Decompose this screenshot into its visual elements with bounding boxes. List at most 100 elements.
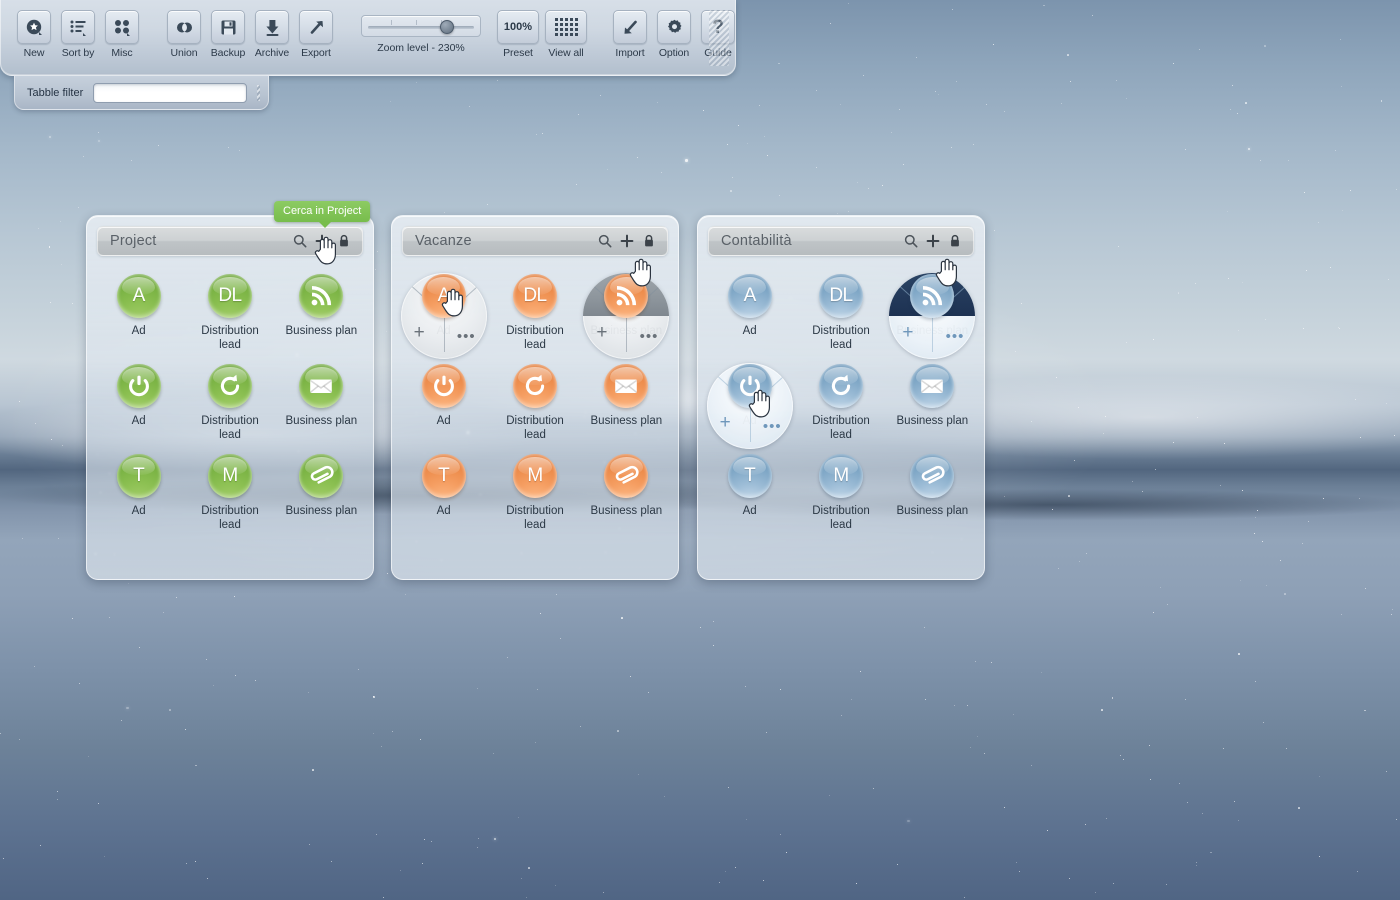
paperclip-icon[interactable] [299,454,344,498]
app-item-label: Distribution lead [506,505,564,531]
refresh-icon[interactable] [207,364,252,408]
app-item[interactable]: DL Distribution lead [184,274,275,352]
app-item[interactable]: Distribution lead [489,364,580,442]
app-item[interactable]: Business plan [276,274,367,352]
toolbar-button-archive[interactable]: Archive [251,10,293,59]
toolbar-button-new[interactable]: New [13,10,55,59]
lock-icon[interactable] [641,233,657,249]
letter-a-icon[interactable]: A [116,274,161,318]
paperclip-icon[interactable] [910,454,955,498]
toolbar-button-backup[interactable]: Backup [207,10,249,59]
app-item[interactable]: T Ad [704,454,795,532]
app-item-label: Ad [131,415,146,427]
app-item-label: Business plan [285,415,358,427]
zoom-control[interactable]: Zoom level - 230% [357,10,485,54]
toolbar-button-view-all[interactable]: View all [543,10,589,59]
paperclip-icon [616,465,639,484]
toolbar-resize-grip[interactable] [709,10,729,66]
envelope-icon[interactable] [299,364,344,408]
app-item[interactable]: Business plan [887,364,978,442]
search-icon[interactable] [292,233,308,249]
toolbar-button-option[interactable]: Option [653,10,695,59]
app-item[interactable]: A Ad [93,274,184,352]
refresh-icon[interactable] [818,364,863,408]
letter-a-icon[interactable]: A [727,274,772,318]
desktop: New Sort by Misc Union Backup Archive Ex… [0,0,1400,900]
app-item[interactable]: T Ad [398,454,489,532]
app-item-label: Ad [742,415,757,427]
app-item[interactable]: Business plan [276,364,367,442]
paperclip-icon[interactable] [604,454,649,498]
bubble-glyph: A [743,285,757,306]
letter-t-icon[interactable]: T [421,454,466,498]
zoom-slider[interactable] [361,15,481,37]
plus-icon[interactable] [619,233,635,249]
bubble-glyph: A [437,285,451,306]
app-item-label: Business plan [590,325,663,337]
letter-m-icon[interactable]: M [512,454,557,498]
app-item[interactable]: T Ad [93,454,184,532]
letter-m-icon[interactable]: M [207,454,252,498]
app-item-label: Ad [436,505,451,517]
app-item[interactable]: DL Distribution lead [489,274,580,352]
app-item[interactable]: + ••• Business plan [887,273,978,359]
app-item-label: Business plan [590,415,663,427]
app-item[interactable]: Distribution lead [184,364,275,442]
power-icon[interactable] [116,364,161,408]
letters-dl-icon[interactable]: DL [512,274,557,318]
power-icon[interactable] [421,364,466,408]
filter-input[interactable] [93,82,248,103]
power-icon[interactable] [727,364,772,408]
letters-dl-icon[interactable]: DL [818,274,863,318]
rss-feed-icon[interactable] [299,274,344,318]
app-item[interactable]: M Distribution lead [184,454,275,532]
lock-icon[interactable] [336,233,352,249]
envelope-icon[interactable] [910,364,955,408]
toolbar-button-sort-by[interactable]: Sort by [57,10,99,59]
plus-icon[interactable] [314,233,330,249]
toolbar-button-union[interactable]: Union [163,10,205,59]
app-item[interactable]: DL Distribution lead [795,274,886,352]
app-item[interactable]: M Distribution lead [795,454,886,532]
letter-a-icon[interactable]: A [421,274,466,318]
panel-header: Vacanze [402,226,668,256]
toolbar-button-misc[interactable]: Misc [101,10,143,59]
app-item[interactable]: A Ad [704,274,795,352]
filter-resize-grip[interactable] [257,84,260,101]
app-item[interactable]: + ••• A Ad [398,273,489,359]
app-item[interactable]: + ••• Ad [704,363,795,449]
toolbar-group-zoom: Zoom level - 230% 100% Preset View all [357,10,589,59]
app-item-label: Business plan [896,415,969,427]
letter-t-icon[interactable]: T [116,454,161,498]
app-item[interactable]: Business plan [276,454,367,532]
toolbar-button-import[interactable]: Import [609,10,651,59]
envelope-icon[interactable] [604,364,649,408]
refresh-icon[interactable] [512,364,557,408]
rss-feed-icon[interactable] [910,274,955,318]
app-item[interactable]: Ad [398,364,489,442]
app-item[interactable]: Ad [93,364,184,442]
app-item[interactable]: Business plan [887,454,978,532]
app-item[interactable]: Business plan [581,364,672,442]
rss-feed-icon[interactable] [604,274,649,318]
main-toolbar: New Sort by Misc Union Backup Archive Ex… [0,0,736,76]
letter-t-icon[interactable]: T [727,454,772,498]
letters-dl-icon[interactable]: DL [207,274,252,318]
refresh-icon [220,374,240,396]
export-arrow-icon [310,20,323,34]
plus-icon[interactable] [925,233,941,249]
letter-m-icon[interactable]: M [818,454,863,498]
percent-100-icon[interactable]: 100% [497,10,539,44]
search-icon[interactable] [903,233,919,249]
search-icon[interactable] [597,233,613,249]
app-item[interactable]: Distribution lead [795,364,886,442]
zoom-slider-knob[interactable] [440,20,454,34]
app-item[interactable]: Business plan [581,454,672,532]
app-item[interactable]: + ••• Business plan [581,273,672,359]
app-item[interactable]: M Distribution lead [489,454,580,532]
toolbar-label: Preset [503,47,533,59]
toolbar-button-preset[interactable]: 100% Preset [495,10,541,59]
lock-icon[interactable] [947,233,963,249]
bubble-glyph: M [527,465,543,486]
toolbar-button-export[interactable]: Export [295,10,337,59]
